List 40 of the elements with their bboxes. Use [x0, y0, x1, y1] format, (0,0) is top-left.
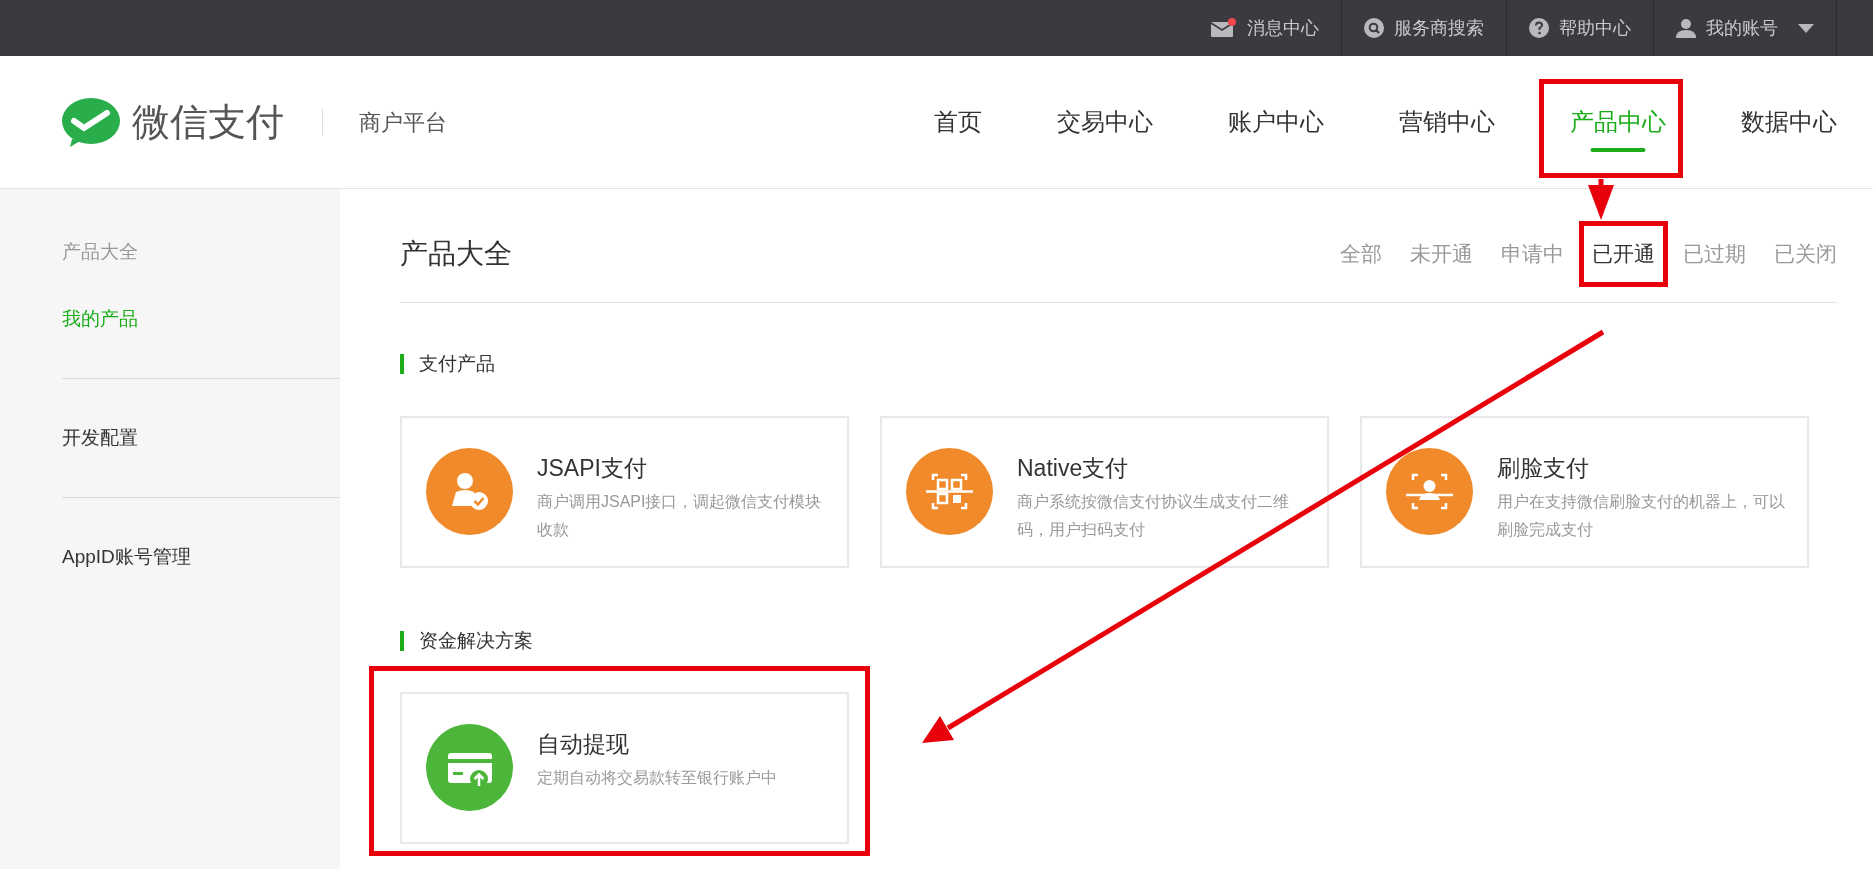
product-name: JSAPI支付 [537, 453, 648, 483]
product-description: 定期自动将交易款转至银行账户中 [537, 768, 777, 788]
nav-tab[interactable]: 交易中心 [1057, 56, 1153, 188]
face-scan-icon [1386, 447, 1473, 535]
section-title: 资金解决方案 [419, 628, 533, 653]
page-title: 产品大全 [400, 236, 512, 271]
user-check-icon [426, 447, 513, 535]
top-bar-link[interactable]: 帮助中心 [1507, 0, 1654, 56]
product-card[interactable]: 刷脸支付 用户在支持微信刷脸支付的机器上，可以刷脸完成支付 [1360, 415, 1809, 568]
search-icon [1364, 18, 1384, 38]
help-icon [1529, 18, 1549, 38]
nav-tab[interactable]: 首页 [934, 56, 982, 188]
nav-tab[interactable]: 数据中心 [1741, 56, 1837, 188]
product-card[interactable]: Native支付 商户系统按微信支付协议生成支付二维码，用户扫码支付 [880, 415, 1329, 568]
product-description: 商户调用JSAPI接口，调起微信支付模块收款 [537, 491, 823, 540]
product-description: 用户在支持微信刷脸支付的机器上，可以刷脸完成支付 [1497, 491, 1786, 540]
card-upload-icon [426, 724, 513, 811]
product-description: 商户系统按微信支付协议生成支付二维码，用户扫码支付 [1017, 491, 1290, 540]
check-logo-icon [62, 97, 120, 147]
caret-icon [1798, 23, 1814, 33]
product-name: 刷脸支付 [1497, 453, 1590, 483]
platform-subtitle: 商户平台 [359, 108, 447, 137]
annotation-arrow [1588, 179, 1614, 220]
product-card[interactable]: JSAPI支付 商户调用JSAPI接口，调起微信支付模块收款 [400, 415, 849, 568]
top-bar-link[interactable]: 消息中心 [1189, 0, 1342, 56]
product-card[interactable]: 自动提现 定期自动将交易款转至银行账户中 [400, 692, 849, 844]
nav-tab[interactable]: 营销中心 [1399, 56, 1495, 188]
filter-tab[interactable]: 已开通 [1592, 237, 1655, 270]
qr-code-icon [906, 447, 993, 535]
sidebar-item[interactable]: 开发配置 [62, 413, 138, 463]
sidebar-heading: 产品大全 [62, 239, 139, 264]
user-icon [1676, 18, 1696, 38]
product-name: Native支付 [1017, 453, 1130, 483]
product-name: 自动提现 [537, 730, 630, 759]
logo-text: 微信支付 [132, 103, 284, 141]
top-bar-link[interactable]: 服务商搜索 [1342, 0, 1507, 56]
section-title: 支付产品 [419, 352, 495, 376]
top-bar-link[interactable]: 我的账号 [1654, 0, 1837, 56]
sidebar-item[interactable]: AppID账号管理 [62, 532, 191, 582]
nav-tab[interactable]: 账户中心 [1228, 56, 1324, 188]
